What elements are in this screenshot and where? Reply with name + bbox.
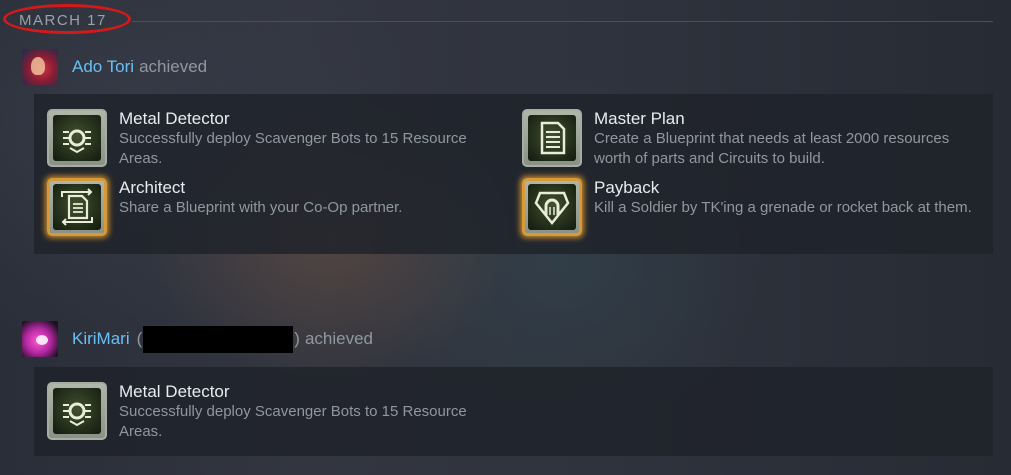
paren-close: ) <box>294 329 300 348</box>
user-name-link[interactable]: KiriMari <box>72 329 130 349</box>
achievements-panel: Metal Detector Successfully deploy Scave… <box>34 94 993 254</box>
achievement-description: Kill a Soldier by TK'ing a grenade or ro… <box>594 199 972 216</box>
redacted-block <box>143 325 294 353</box>
achievement-item[interactable]: Architect Share a Blueprint with your Co… <box>47 178 469 236</box>
achievements-panel: Metal Detector Successfully deploy Scave… <box>34 367 993 456</box>
achievement-title: Metal Detector <box>119 109 230 128</box>
date-divider <box>132 21 993 22</box>
achievement-badge <box>522 109 582 167</box>
achievement-description: Share a Blueprint with your Co-Op partne… <box>119 199 403 216</box>
achievement-title: Master Plan <box>594 109 685 128</box>
date-header: MARCH 17 <box>0 0 1011 42</box>
activity-verb: achieved <box>139 57 208 76</box>
achievement-description: Successfully deploy Scavenger Bots to 15… <box>119 403 467 440</box>
achievement-badge <box>47 382 107 440</box>
achievement-item[interactable]: Payback Kill a Soldier by TK'ing a grena… <box>522 178 979 236</box>
achievement-badge <box>47 109 107 167</box>
date-annotation-circle <box>3 4 131 34</box>
achievement-title: Metal Detector <box>119 382 230 401</box>
achievement-description: Create a Blueprint that needs at least 2… <box>594 130 950 167</box>
shield-magnet-icon <box>534 191 570 226</box>
achievement-item[interactable]: Metal Detector Successfully deploy Scave… <box>47 109 469 169</box>
achievement-badge <box>47 178 107 236</box>
achievement-description: Successfully deploy Scavenger Bots to 15… <box>119 130 467 167</box>
scavenger-bot-icon <box>63 129 91 154</box>
achievement-title: Architect <box>119 178 186 197</box>
user-name-link[interactable]: Ado Tori <box>72 57 134 77</box>
paren-open: ( <box>136 329 143 348</box>
achievement-title: Payback <box>594 178 660 197</box>
achievement-badge <box>522 178 582 236</box>
activity-verb: achieved <box>304 329 374 348</box>
activity-user-row: KiriMari ( ) achieved <box>22 321 373 357</box>
achievement-item[interactable]: Master Plan Create a Blueprint that need… <box>522 109 964 169</box>
activity-user-row: Ado Tori achieved <box>22 49 207 85</box>
shared-document-icon <box>61 188 93 226</box>
avatar[interactable] <box>22 49 58 85</box>
avatar[interactable] <box>22 321 58 357</box>
achievement-item[interactable]: Metal Detector Successfully deploy Scave… <box>47 382 469 442</box>
document-icon <box>540 121 566 155</box>
scavenger-bot-icon <box>63 402 91 427</box>
